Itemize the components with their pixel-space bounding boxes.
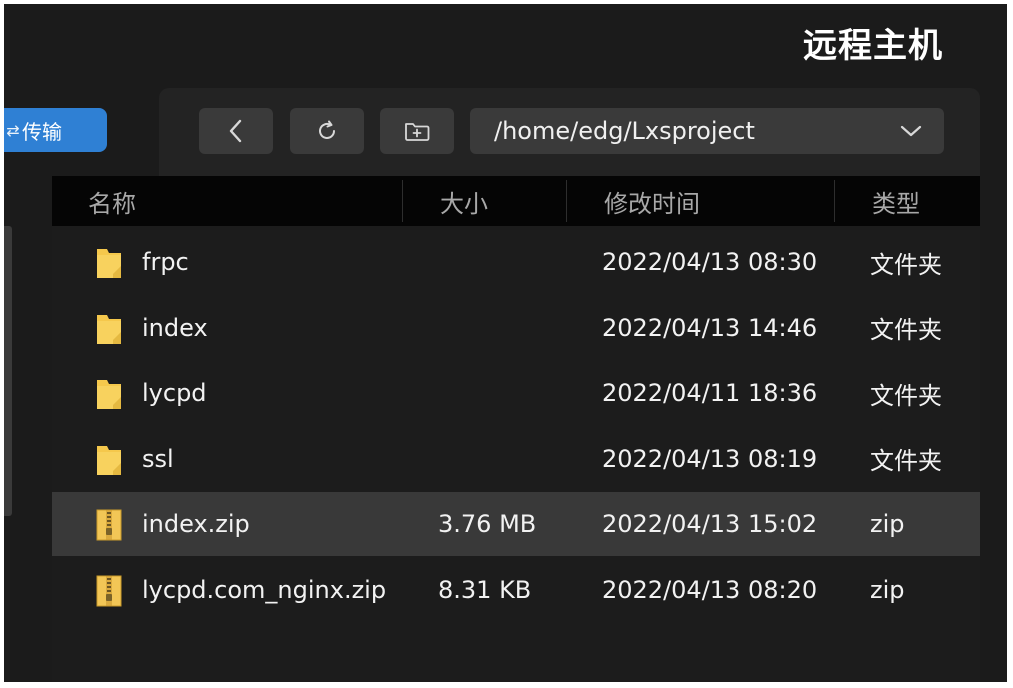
column-header-modified[interactable]: 修改时间 <box>604 176 700 226</box>
column-divider[interactable] <box>402 180 403 222</box>
file-modified: 2022/04/13 08:30 <box>602 248 818 276</box>
column-header-type[interactable]: 类型 <box>872 176 920 226</box>
table-row[interactable]: lycpd.com_nginx.zip 8.31 KB 2022/04/13 08:… <box>52 558 980 622</box>
file-modified: 2022/04/13 08:19 <box>602 444 818 473</box>
refresh-icon <box>315 119 339 143</box>
sidebar-scrollbar[interactable] <box>4 226 12 516</box>
refresh-button[interactable] <box>290 108 364 154</box>
chevron-left-icon <box>227 118 245 144</box>
file-modified: 2022/04/13 14:46 <box>602 313 818 342</box>
file-size: 8.31 KB <box>438 575 532 604</box>
zip-file-icon <box>96 574 122 608</box>
table-row[interactable]: ssl 2022/04/13 08:19 文件夹 <box>52 427 980 491</box>
path-text: /home/edg/Lxsproject <box>494 117 755 145</box>
column-divider[interactable] <box>834 180 835 222</box>
column-divider[interactable] <box>566 180 567 222</box>
file-type: zip <box>870 510 905 538</box>
chevron-down-icon[interactable] <box>898 120 924 148</box>
folder-icon <box>96 377 122 411</box>
column-header-size[interactable]: 大小 <box>440 176 488 226</box>
folder-icon <box>96 246 122 280</box>
file-name: lycpd.com_nginx.zip <box>142 575 387 604</box>
table-row[interactable]: index 2022/04/13 14:46 文件夹 <box>52 296 980 360</box>
file-type: zip <box>870 575 905 604</box>
file-name: index.zip <box>142 510 250 538</box>
table-row[interactable]: index.zip 3.76 MB 2022/04/13 15:02 zip <box>52 492 980 556</box>
file-type: 文件夹 <box>870 316 942 344</box>
back-button[interactable] <box>199 108 273 154</box>
file-name: ssl <box>142 444 174 473</box>
folder-icon <box>96 312 122 346</box>
new-folder-icon <box>403 119 431 143</box>
table-row[interactable]: lycpd 2022/04/11 18:36 文件夹 <box>52 361 980 425</box>
transfer-button[interactable]: ⇄ 传输 <box>4 108 107 152</box>
file-modified: 2022/04/13 08:20 <box>602 575 818 604</box>
file-type: 文件夹 <box>870 447 942 475</box>
transfer-label: 传输 <box>22 119 62 144</box>
path-input[interactable]: /home/edg/Lxsproject <box>470 108 944 154</box>
transfer-icon: ⇄ <box>6 120 20 140</box>
file-type: 文件夹 <box>870 250 942 279</box>
file-table: 名称 大小 修改时间 类型 frpc 2022/04/13 08:30 文件夹 ind… <box>52 176 980 682</box>
file-name: frpc <box>142 248 189 276</box>
file-modified: 2022/04/11 18:36 <box>602 379 818 407</box>
file-modified: 2022/04/13 15:02 <box>602 510 818 538</box>
file-name: lycpd <box>142 379 207 407</box>
table-header: 名称 大小 修改时间 类型 <box>52 176 980 226</box>
page-title: 远程主机 <box>803 26 943 66</box>
zip-file-icon <box>96 508 122 542</box>
remote-host-window: 远程主机 ⇄ 传输 /home/edg/Lxsproject 名称 大小 修改时… <box>4 4 1007 682</box>
folder-icon <box>96 443 122 477</box>
file-name: index <box>142 313 208 342</box>
file-type: 文件夹 <box>870 381 942 410</box>
file-size: 3.76 MB <box>438 510 537 538</box>
column-header-name[interactable]: 名称 <box>88 176 136 226</box>
table-row[interactable]: frpc 2022/04/13 08:30 文件夹 <box>52 230 980 294</box>
new-folder-button[interactable] <box>380 108 454 154</box>
